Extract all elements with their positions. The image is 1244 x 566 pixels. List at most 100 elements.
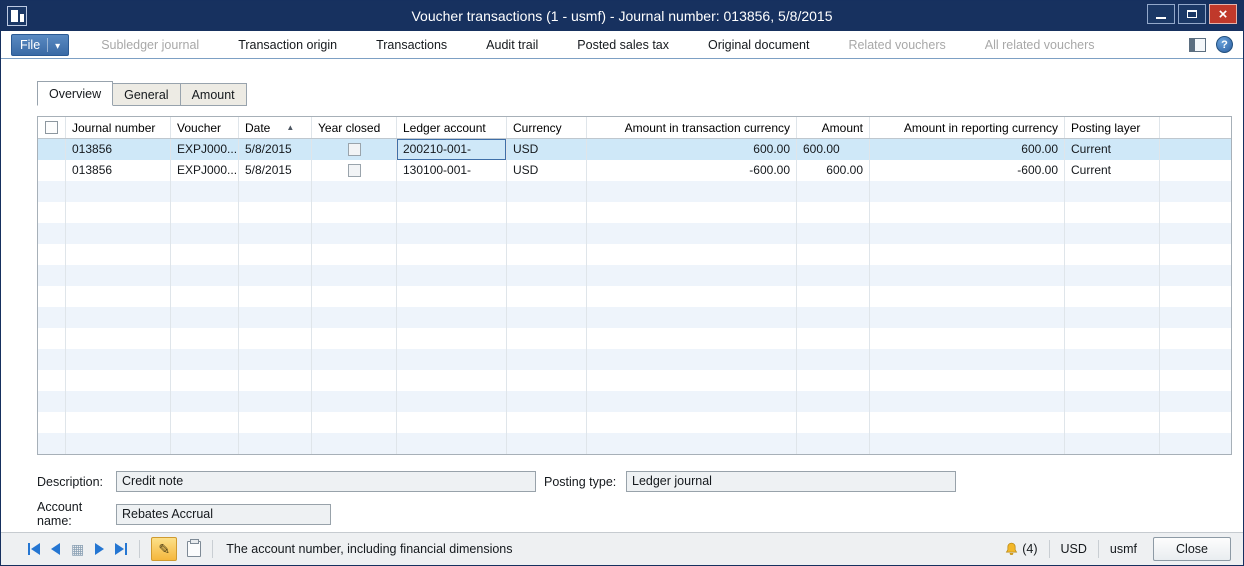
row-selector-cell[interactable] — [38, 139, 66, 160]
empty-cell — [870, 244, 1065, 265]
column-header-voucher[interactable]: Voucher — [171, 117, 239, 138]
first-record-button[interactable] — [27, 543, 40, 555]
next-record-button[interactable] — [95, 543, 104, 555]
close-window-button[interactable] — [1209, 4, 1237, 24]
amount-reporting-cell[interactable]: -600.00 — [870, 160, 1065, 181]
empty-cell — [587, 328, 797, 349]
date-cell[interactable]: 5/8/2015 — [239, 160, 312, 181]
empty-cell — [797, 391, 870, 412]
tab-amount[interactable]: Amount — [181, 83, 247, 106]
close-button[interactable]: Close — [1153, 537, 1231, 561]
amount-reporting-cell[interactable]: 600.00 — [870, 139, 1065, 160]
tab-general[interactable]: General — [113, 83, 180, 106]
tab-overview[interactable]: Overview — [37, 81, 113, 106]
currency-cell[interactable]: USD — [507, 160, 587, 181]
column-header-ledger-account[interactable]: Ledger account — [397, 117, 507, 138]
last-record-button[interactable] — [115, 543, 128, 555]
voucher-cell[interactable]: EXPJ000... — [171, 139, 239, 160]
empty-cell — [312, 349, 397, 370]
empty-grid-row[interactable] — [38, 349, 1231, 370]
column-header-amount[interactable]: Amount — [797, 117, 870, 138]
empty-grid-row[interactable] — [38, 391, 1231, 412]
amount-transaction-cell[interactable]: 600.00 — [587, 139, 797, 160]
grid-row-2[interactable]: 013856 EXPJ000... 5/8/2015 130100-001- U… — [38, 160, 1231, 181]
empty-cell — [171, 370, 239, 391]
column-header-year-closed[interactable]: Year closed — [312, 117, 397, 138]
empty-cell — [239, 412, 312, 433]
year-closed-checkbox[interactable] — [348, 164, 361, 177]
title-bar[interactable]: Voucher transactions (1 - usmf) - Journa… — [1, 1, 1243, 31]
year-closed-checkbox[interactable] — [348, 143, 361, 156]
empty-cell — [38, 307, 66, 328]
description-field[interactable]: Credit note — [116, 471, 536, 492]
edit-record-button[interactable] — [151, 537, 177, 561]
menu-item-posted-sales-tax[interactable]: Posted sales tax — [577, 38, 669, 52]
empty-grid-row[interactable] — [38, 328, 1231, 349]
empty-cell — [397, 391, 507, 412]
attach-document-icon[interactable] — [187, 541, 201, 557]
year-closed-cell[interactable] — [312, 160, 397, 181]
voucher-cell[interactable]: EXPJ000... — [171, 160, 239, 181]
window-layout-icon[interactable] — [1189, 38, 1206, 52]
amount-cell[interactable]: 600.00 — [797, 139, 870, 160]
empty-grid-row[interactable] — [38, 412, 1231, 433]
posting-layer-cell[interactable]: Current — [1065, 160, 1160, 181]
menu-item-transactions[interactable]: Transactions — [376, 38, 447, 52]
account-name-field[interactable]: Rebates Accrual — [116, 504, 331, 525]
help-icon[interactable] — [1216, 36, 1233, 53]
date-cell[interactable]: 5/8/2015 — [239, 139, 312, 160]
account-name-row: Account name: Rebates Accrual — [37, 500, 331, 528]
minimize-button[interactable] — [1147, 4, 1175, 24]
menu-item-audit-trail[interactable]: Audit trail — [486, 38, 538, 52]
column-header-date[interactable]: Date ▲ — [239, 117, 312, 138]
empty-cell — [66, 223, 171, 244]
journal-number-cell[interactable]: 013856 — [66, 139, 171, 160]
posting-type-field[interactable]: Ledger journal — [626, 471, 956, 492]
journal-number-cell[interactable]: 013856 — [66, 160, 171, 181]
column-header-amount-reporting[interactable]: Amount in reporting currency — [870, 117, 1065, 138]
select-all-checkbox[interactable] — [45, 121, 58, 134]
empty-cell — [507, 391, 587, 412]
menu-item-original-document[interactable]: Original document — [708, 38, 809, 52]
posting-layer-cell[interactable]: Current — [1065, 139, 1160, 160]
empty-cell — [870, 307, 1065, 328]
empty-cell — [507, 223, 587, 244]
column-header-journal-number[interactable]: Journal number — [66, 117, 171, 138]
amount-cell[interactable]: 600.00 — [797, 160, 870, 181]
ledger-account-cell[interactable]: 130100-001- — [397, 160, 507, 181]
empty-cell — [38, 286, 66, 307]
empty-cell — [1065, 181, 1160, 202]
empty-grid-row[interactable] — [38, 181, 1231, 202]
notifications-button[interactable]: (4) — [1004, 542, 1037, 557]
currency-cell[interactable]: USD — [507, 139, 587, 160]
select-all-cell[interactable] — [38, 117, 66, 138]
empty-cell — [397, 223, 507, 244]
empty-grid-row[interactable] — [38, 223, 1231, 244]
empty-grid-row[interactable] — [38, 286, 1231, 307]
column-header-posting-layer[interactable]: Posting layer — [1065, 117, 1160, 138]
empty-cell — [587, 307, 797, 328]
column-header-currency[interactable]: Currency — [507, 117, 587, 138]
menu-item-transaction-origin[interactable]: Transaction origin — [238, 38, 337, 52]
empty-cell — [507, 181, 587, 202]
sort-ascending-icon: ▲ — [286, 123, 294, 132]
empty-grid-row[interactable] — [38, 202, 1231, 223]
empty-cell — [1160, 412, 1231, 433]
year-closed-cell[interactable] — [312, 139, 397, 160]
previous-record-button[interactable] — [51, 543, 60, 555]
grid-row-1[interactable]: 013856 EXPJ000... 5/8/2015 200210-001- U… — [38, 139, 1231, 160]
column-header-amount-transaction[interactable]: Amount in transaction currency — [587, 117, 797, 138]
empty-grid-row[interactable] — [38, 244, 1231, 265]
empty-cell — [1065, 202, 1160, 223]
amount-transaction-cell[interactable]: -600.00 — [587, 160, 797, 181]
empty-grid-row[interactable] — [38, 307, 1231, 328]
empty-grid-row[interactable] — [38, 370, 1231, 391]
account-name-label: Account name: — [37, 500, 116, 528]
file-menu-button[interactable]: File — [11, 34, 69, 56]
row-selector-cell[interactable] — [38, 160, 66, 181]
grid-view-icon[interactable] — [71, 542, 84, 556]
ledger-account-cell[interactable]: 200210-001- — [397, 139, 507, 160]
maximize-button[interactable] — [1178, 4, 1206, 24]
empty-grid-row[interactable] — [38, 433, 1231, 454]
empty-grid-row[interactable] — [38, 265, 1231, 286]
